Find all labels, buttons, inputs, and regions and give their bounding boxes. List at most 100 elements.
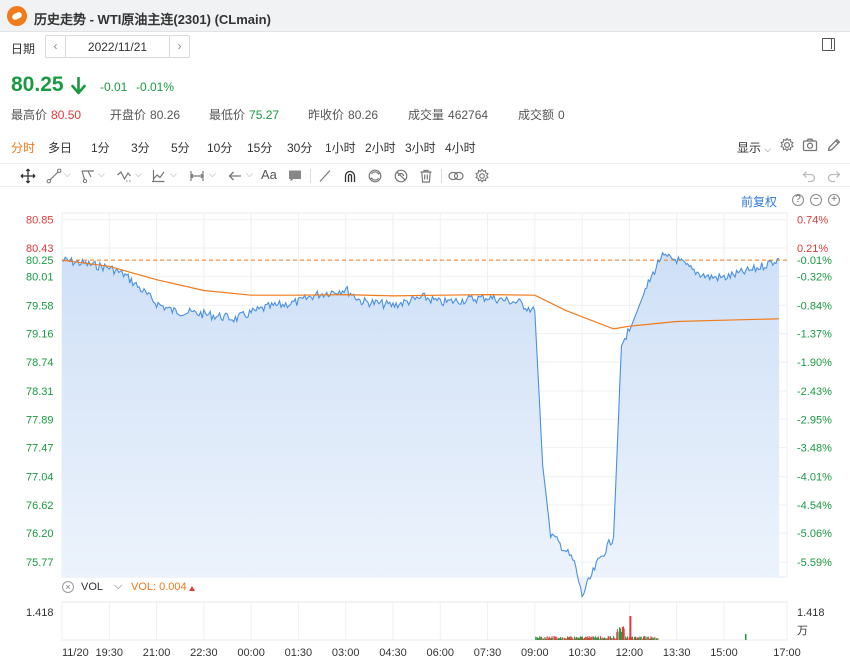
x-tick-label: 00:00 — [237, 647, 265, 659]
date-next-button[interactable]: › — [169, 36, 189, 57]
volume-bar — [545, 638, 547, 640]
date-picker[interactable]: ‹ 2022/11/21 › — [45, 35, 190, 58]
panel-toggle-icon[interactable] — [822, 38, 835, 51]
volume-frame — [61, 601, 788, 641]
chevron-down-icon[interactable]: ⌵ — [135, 169, 142, 180]
volume-bar — [539, 636, 541, 640]
y-tick-label-left: 76.62 — [26, 500, 54, 512]
date-bar: 日期 ‹ 2022/11/21 › — [0, 32, 850, 60]
tab-period-15m[interactable]: 15分 — [247, 139, 272, 156]
draw-settings-icon[interactable] — [474, 168, 490, 184]
price-chart[interactable]: 80.850.74%80.430.21%80.25-0.01%80.01-0.3… — [0, 205, 850, 661]
y-tick-label-right: -4.54% — [797, 500, 832, 512]
shape-tool-icon[interactable] — [150, 168, 166, 184]
tab-period-2h[interactable]: 2小时 — [365, 139, 396, 156]
volume-bar — [582, 636, 584, 640]
x-tick-label: 01:30 — [285, 647, 313, 659]
tab-period-multiday[interactable]: 多日 — [48, 139, 72, 156]
camera-icon[interactable] — [802, 137, 818, 153]
y-tick-label-left: 80.43 — [26, 243, 54, 255]
tab-period-30m[interactable]: 30分 — [287, 139, 312, 156]
chevron-down-icon[interactable]: ⌵ — [246, 169, 253, 180]
volume-bar — [629, 616, 632, 640]
date-value[interactable]: 2022/11/21 — [66, 40, 169, 54]
tab-period-3m[interactable]: 3分 — [131, 139, 150, 156]
stat-open: 开盘价 80.26 — [110, 108, 181, 122]
chevron-down-icon[interactable]: ⌵ — [170, 169, 177, 180]
tab-period-1h[interactable]: 1小时 — [325, 139, 356, 156]
y-tick-label-right: -5.59% — [797, 557, 832, 569]
stat-turnover: 成交额 0 — [518, 108, 565, 122]
x-tick-label: 19:30 — [96, 647, 124, 659]
volume-bar — [556, 638, 558, 640]
x-tick-label: 10:30 — [568, 647, 596, 659]
date-prev-button[interactable]: ‹ — [46, 36, 66, 57]
tab-period-timeshare[interactable]: 分时 — [11, 139, 35, 156]
y-tick-label-right: -2.95% — [797, 414, 832, 426]
comment-icon[interactable] — [287, 168, 303, 184]
chevron-down-icon[interactable]: ⌵ — [64, 169, 71, 180]
magnet-icon[interactable] — [342, 168, 358, 184]
triangle-up-icon — [189, 586, 195, 591]
y-tick-label-left: 75.77 — [26, 557, 54, 569]
toolbar-divider — [441, 169, 442, 183]
close-indicator-icon[interactable]: × — [62, 581, 74, 593]
volume-bar — [654, 638, 656, 640]
redo-icon[interactable] — [826, 168, 842, 184]
chevron-down-icon: ⌵ — [764, 144, 772, 154]
volume-bar — [580, 636, 582, 640]
y-tick-label-right: -4.01% — [797, 472, 832, 484]
chevron-down-icon[interactable]: ⌵ — [209, 169, 216, 180]
chevron-down-icon[interactable]: ⌵ — [114, 580, 122, 593]
tab-period-1m[interactable]: 1分 — [91, 139, 110, 156]
volume-bar — [608, 636, 610, 640]
range-tool-icon[interactable] — [189, 168, 205, 184]
display-dropdown[interactable]: 显示 ⌵ — [737, 139, 771, 156]
volume-bar — [606, 638, 608, 640]
volume-bar — [588, 637, 590, 640]
volume-bar — [572, 638, 574, 640]
settings-icon[interactable] — [779, 137, 795, 153]
trash-icon[interactable] — [418, 168, 434, 184]
x-tick-label: 15:00 — [710, 647, 738, 659]
y-tick-label-right: -5.06% — [797, 528, 832, 540]
volume-bar — [549, 636, 551, 640]
pencil-icon[interactable] — [826, 137, 842, 153]
x-tick-label: 11/20 — [62, 647, 89, 659]
link-icon[interactable] — [448, 168, 464, 184]
tab-period-4h[interactable]: 4小时 — [445, 139, 476, 156]
volume-bar — [643, 636, 645, 640]
volume-bar — [551, 638, 553, 640]
x-tick-label: 07:30 — [474, 647, 502, 659]
lock-icon[interactable] — [367, 168, 383, 184]
arrow-tool-icon[interactable] — [227, 168, 243, 184]
line-tool-icon[interactable] — [46, 168, 62, 184]
display-label: 显示 — [737, 141, 762, 155]
volume-bar — [627, 636, 629, 640]
volume-bar — [610, 638, 612, 640]
y-tick-label-left: 80.85 — [26, 215, 54, 227]
ruler-icon[interactable] — [317, 168, 333, 184]
title-bar: 历史走势 - WTI原油主连(2301) (CLmain) — [0, 0, 850, 32]
tab-period-3h[interactable]: 3小时 — [405, 139, 436, 156]
volume-bar — [640, 636, 642, 640]
tab-period-10m[interactable]: 10分 — [207, 139, 232, 156]
volume-bar — [543, 638, 545, 640]
chevron-down-icon[interactable]: ⌵ — [98, 169, 105, 180]
price-change: -0.01 — [100, 80, 128, 94]
volume-bar — [639, 636, 641, 640]
y-tick-label-right: -3.48% — [797, 443, 832, 455]
volume-bar — [553, 637, 555, 640]
last-price-marker-label: -0.01% — [797, 255, 832, 267]
tab-period-5m[interactable]: 5分 — [171, 139, 190, 156]
x-tick-label: 22:30 — [190, 647, 218, 659]
fib-tool-icon[interactable] — [80, 168, 96, 184]
crosshair-icon[interactable] — [20, 168, 36, 184]
y-tick-label-left: 79.58 — [26, 300, 54, 312]
y-tick-label-left: 79.16 — [26, 329, 54, 341]
wave-tool-icon[interactable] — [116, 168, 132, 184]
hide-icon[interactable] — [393, 168, 409, 184]
y-tick-label-left: 77.89 — [26, 414, 54, 426]
text-tool-icon[interactable]: Aa — [261, 167, 277, 182]
undo-icon[interactable] — [801, 168, 817, 184]
